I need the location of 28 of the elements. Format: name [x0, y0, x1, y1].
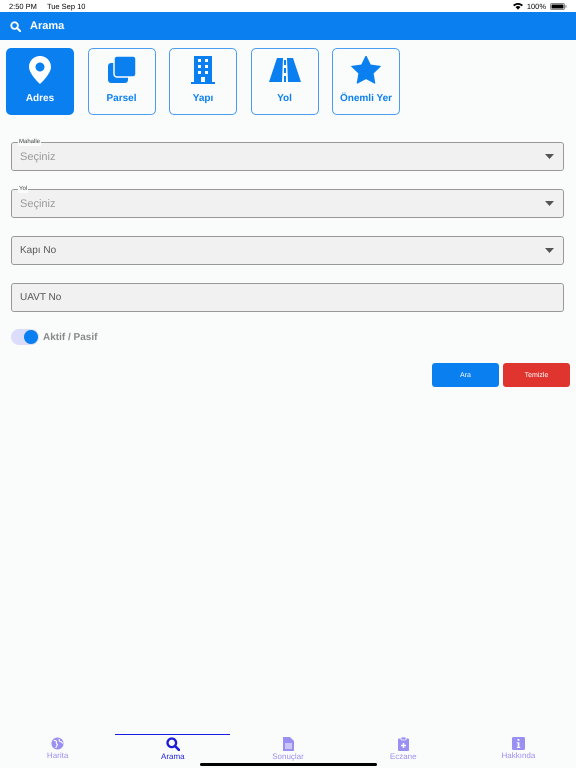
toggle-switch[interactable] — [11, 329, 39, 345]
search-icon — [166, 737, 180, 751]
clipboard-icon — [398, 737, 409, 751]
star-icon — [351, 56, 381, 84]
header-title: Arama — [30, 20, 64, 32]
squares-icon — [108, 56, 136, 84]
caret-icon — [545, 248, 554, 253]
pin-icon — [29, 56, 51, 84]
tab-item[interactable]: Harita — [0, 734, 116, 768]
category-tile[interactable]: Yol — [250, 48, 318, 115]
toggle-label: Aktif / Pasif — [43, 332, 98, 342]
wifi-icon — [512, 2, 523, 10]
category-tile[interactable]: Yapı — [169, 48, 237, 115]
caret-icon — [545, 201, 554, 206]
input-field[interactable]: UAVT No — [11, 283, 564, 312]
road-icon — [268, 56, 300, 84]
info-icon — [512, 737, 525, 750]
document-icon — [282, 737, 294, 751]
globe-icon — [51, 737, 64, 750]
dropdown-field[interactable]: Kapı No — [11, 236, 564, 265]
category-tile[interactable]: Önemli Yer — [332, 48, 400, 115]
caret-icon — [545, 154, 554, 159]
category-tile[interactable]: Adres — [6, 48, 74, 115]
battery-icon — [550, 2, 567, 10]
search-icon — [10, 20, 21, 32]
category-tile[interactable]: Parsel — [88, 48, 156, 115]
building-icon — [191, 56, 215, 84]
tab-item[interactable]: Hakkında — [460, 734, 576, 768]
